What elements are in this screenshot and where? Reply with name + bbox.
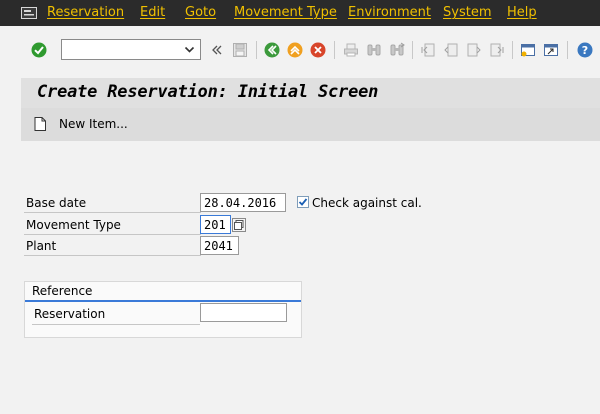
last-page-icon[interactable] (489, 42, 505, 58)
title-bar: Create Reservation: Initial Screen (21, 78, 600, 108)
menu-bar: Reservation Edit Goto Movement Type Envi… (0, 0, 600, 26)
movement-type-label: Movement Type (24, 216, 201, 235)
first-page-icon[interactable] (420, 42, 436, 58)
command-input[interactable] (62, 40, 183, 58)
print-icon[interactable] (343, 42, 359, 58)
new-item-label: New Item... (59, 117, 128, 131)
find-icon[interactable] (366, 42, 382, 58)
toolbar-separator (334, 41, 335, 59)
help-icon[interactable]: ? (577, 42, 593, 58)
chevron-down-icon[interactable] (184, 44, 195, 55)
plant-field[interactable] (200, 236, 239, 255)
svg-text:?: ? (582, 44, 588, 57)
new-document-icon (34, 117, 46, 131)
collapse-icon[interactable] (211, 44, 223, 56)
toolbar-separator (567, 41, 568, 59)
menu-environment[interactable]: Environment (348, 5, 431, 20)
movement-type-input[interactable] (201, 216, 230, 233)
base-date-label: Base date (24, 194, 201, 213)
save-icon[interactable] (232, 42, 248, 58)
reference-group-title: Reference (25, 282, 301, 302)
toolbar-separator (412, 41, 413, 59)
command-field[interactable] (61, 39, 201, 60)
create-session-icon[interactable] (520, 42, 536, 58)
next-page-icon[interactable] (466, 42, 482, 58)
check-against-cal-label[interactable]: Check against cal. (312, 196, 422, 210)
menu-help[interactable]: Help (507, 5, 537, 20)
reservation-input[interactable] (201, 304, 286, 321)
shortcut-icon[interactable] (543, 42, 559, 58)
back-icon[interactable] (264, 42, 280, 58)
application-toolbar: New Item... (21, 108, 600, 141)
enter-icon[interactable] (31, 42, 47, 58)
menu-reservation[interactable]: Reservation (47, 5, 124, 20)
plant-label: Plant (24, 237, 201, 256)
cancel-icon[interactable] (310, 42, 326, 58)
base-date-field[interactable] (200, 193, 286, 212)
checkmark-icon (298, 198, 308, 206)
new-item-button[interactable]: New Item... (34, 117, 128, 131)
movement-type-field[interactable] (200, 215, 231, 234)
menu-edit[interactable]: Edit (140, 5, 165, 20)
menu-goto[interactable]: Goto (185, 5, 216, 20)
reservation-field[interactable] (200, 303, 287, 322)
toolbar-separator (256, 41, 257, 59)
base-date-input[interactable] (201, 194, 285, 211)
previous-page-icon[interactable] (443, 42, 459, 58)
exit-icon[interactable] (287, 42, 303, 58)
toolbar-separator (512, 41, 513, 59)
reference-group: Reference Reservation (24, 281, 302, 338)
plant-input[interactable] (201, 237, 238, 254)
find-next-icon[interactable] (389, 42, 405, 58)
system-menu-icon[interactable] (21, 7, 37, 19)
menu-system[interactable]: System (443, 5, 491, 20)
value-help-icon[interactable] (232, 218, 246, 232)
menu-movement-type[interactable]: Movement Type (234, 5, 337, 20)
reservation-label: Reservation (32, 306, 200, 325)
page-title: Create Reservation: Initial Screen (37, 82, 379, 102)
check-against-cal-checkbox[interactable] (297, 196, 309, 208)
